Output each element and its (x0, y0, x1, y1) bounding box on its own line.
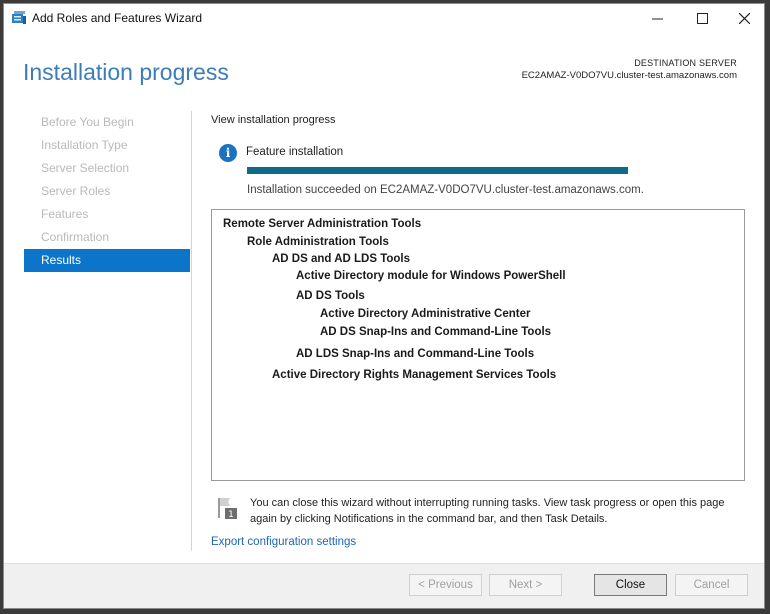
notification-badge: 1 (228, 510, 234, 520)
nav-divider (191, 111, 192, 551)
installation-status: Installation succeeded on EC2AMAZ-V0DO7V… (247, 184, 644, 196)
results-list[interactable]: Remote Server Administration Tools Role … (211, 209, 745, 481)
tree-item-ad-admin-center: Active Directory Administrative Center (320, 308, 531, 320)
tree-item-ad-ds-snapins: AD DS Snap-Ins and Command-Line Tools (320, 326, 552, 338)
minimize-icon (651, 11, 663, 27)
cancel-button[interactable]: Cancel (675, 574, 748, 596)
nav-item-server-selection[interactable]: Server Selection (24, 157, 190, 180)
nav-item-before-you-begin[interactable]: Before You Begin (24, 111, 190, 134)
close-button[interactable]: Close (594, 574, 667, 596)
nav-item-confirmation[interactable]: Confirmation (24, 226, 190, 249)
nav-item-results[interactable]: Results (24, 249, 190, 272)
feature-installation-label: Feature installation (246, 146, 344, 158)
tree-item-ad-powershell-module: Active Directory module for Windows Powe… (296, 270, 566, 282)
wizard-window: Add Roles and Features Wizard Installati… (3, 3, 765, 609)
tree-item-ad-ds-lds-tools: AD DS and AD LDS Tools (272, 253, 410, 265)
close-window-button[interactable] (722, 4, 766, 34)
destination-server-value: EC2AMAZ-V0DO7VU.cluster-test.amazonaws.c… (521, 70, 737, 81)
destination-server-label: DESTINATION SERVER (634, 58, 737, 68)
nav-item-server-roles[interactable]: Server Roles (24, 180, 190, 203)
server-manager-icon (11, 10, 27, 26)
page-title: Installation progress (23, 59, 229, 85)
maximize-icon (696, 11, 708, 27)
button-bar: < Previous Next > Close Cancel (4, 563, 764, 608)
tree-item-ad-lds-snapins: AD LDS Snap-Ins and Command-Line Tools (296, 348, 535, 360)
notification-flag-icon: 1 (216, 495, 238, 521)
progress-fill (247, 167, 628, 174)
minimize-button[interactable] (635, 4, 679, 34)
title-bar: Add Roles and Features Wizard (4, 4, 764, 34)
tree-item-role-admin-tools: Role Administration Tools (247, 236, 389, 248)
close-icon (738, 11, 750, 27)
tree-item-rsat: Remote Server Administration Tools (223, 218, 422, 230)
wizard-nav: Before You Begin Installation Type Serve… (24, 111, 190, 272)
info-icon: i (219, 144, 237, 162)
nav-item-features[interactable]: Features (24, 203, 190, 226)
export-configuration-link[interactable]: Export configuration settings (211, 536, 356, 548)
tree-item-ad-rms-tools: Active Directory Rights Management Servi… (272, 369, 557, 381)
maximize-button[interactable] (680, 4, 724, 34)
window-title: Add Roles and Features Wizard (32, 11, 203, 25)
previous-button[interactable]: < Previous (409, 574, 482, 596)
installation-progress-bar (247, 167, 628, 174)
close-wizard-note: You can close this wizard without interr… (250, 497, 725, 525)
next-button[interactable]: Next > (489, 574, 562, 596)
tree-item-ad-ds-tools: AD DS Tools (296, 290, 365, 302)
nav-item-installation-type[interactable]: Installation Type (24, 134, 190, 157)
section-title: View installation progress (211, 114, 336, 126)
